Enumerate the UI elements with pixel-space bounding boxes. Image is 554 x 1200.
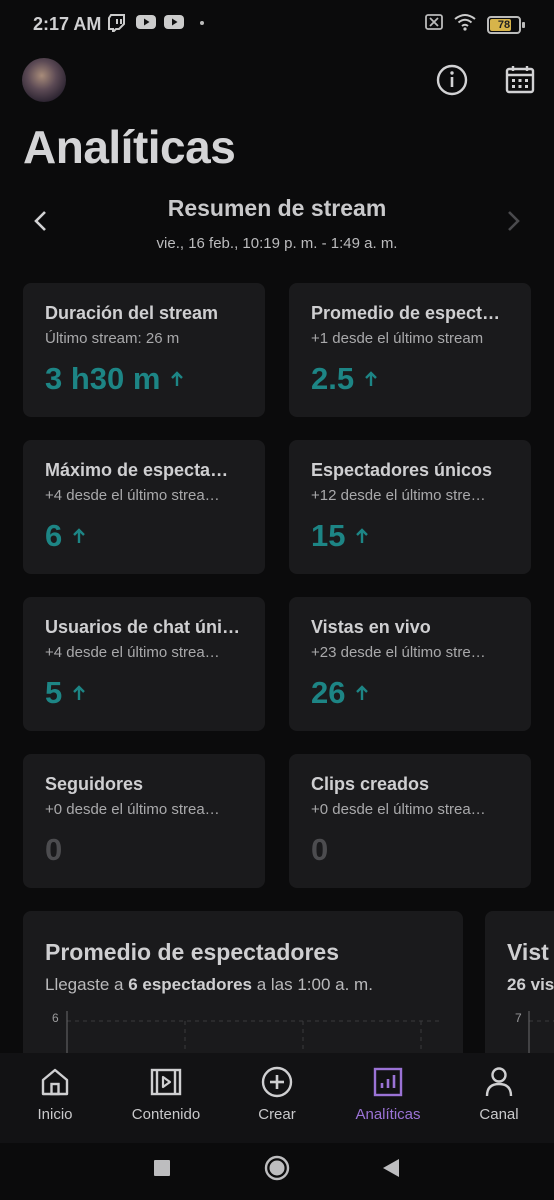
stat-card-value-row: 0 <box>311 832 509 868</box>
nav-item-inicio[interactable]: Inicio <box>0 1053 110 1143</box>
stat-card-value-row: 6 <box>45 518 243 554</box>
stat-card-title: Clips creados <box>311 774 430 794</box>
stat-card-unique-viewers[interactable]: Espectadores únicos +12 desde el último s… <box>289 440 531 574</box>
summary-title: Resumen de stream <box>167 195 387 221</box>
stat-value: 0 <box>311 832 329 867</box>
chart-card-live-views[interactable]: Vist 26 vis 7 <box>485 911 554 1061</box>
youtube-icon <box>136 14 156 32</box>
content-icon <box>150 1065 182 1099</box>
arrow-up-icon <box>72 528 86 544</box>
person-icon <box>483 1065 515 1099</box>
stat-card-value-row: 26 <box>311 675 509 711</box>
calendar-icon <box>505 66 535 94</box>
stat-card-title: Usuarios de chat úni… <box>45 617 241 637</box>
chart-subtitle: 26 vis <box>507 975 554 994</box>
stat-card-title: Seguidores <box>45 774 144 794</box>
stat-value: 2.5 <box>311 361 355 396</box>
nav-item-crear[interactable]: Crear <box>222 1053 332 1143</box>
battery-indicator: 78 <box>487 15 525 34</box>
square-icon <box>154 1160 170 1176</box>
info-button[interactable] <box>434 62 470 98</box>
system-navigation-bar <box>0 1143 554 1200</box>
stat-card-max-viewers[interactable]: Máximo de especta… +4 desde el último str… <box>23 440 265 574</box>
chart-card-average-viewers[interactable]: Promedio de espectadores Llegaste a 6 es… <box>23 911 463 1061</box>
stat-value: 3 h30 m <box>45 361 161 396</box>
stat-value: 26 <box>311 675 346 710</box>
stat-value: 0 <box>45 832 63 867</box>
stat-card-clips-created[interactable]: Clips creados +0 desde el último strea… 0 <box>289 754 531 888</box>
arrow-up-icon <box>72 685 86 701</box>
nav-label: Canal <box>479 1106 519 1123</box>
youtube-icon <box>164 14 184 32</box>
home-button[interactable] <box>264 1155 290 1181</box>
stat-card-subtitle: +4 desde el último strea… <box>45 644 220 661</box>
stat-value: 15 <box>311 518 346 553</box>
stat-card-value-row: 2.5 <box>311 361 509 397</box>
chart-title: Promedio de espectadores <box>45 939 339 965</box>
circle-icon <box>264 1155 290 1181</box>
analytics-icon <box>372 1065 404 1099</box>
home-icon <box>39 1065 71 1099</box>
stat-card-subtitle: +0 desde el último strea… <box>311 801 486 818</box>
nav-label: Inicio <box>37 1106 73 1123</box>
stat-card-subtitle: +0 desde el último strea… <box>45 801 220 818</box>
no-sim-icon <box>425 14 443 35</box>
nav-item-contenido[interactable]: Contenido <box>111 1053 221 1143</box>
stat-card-value-row: 15 <box>311 518 509 554</box>
status-time: 2:17 AM <box>33 14 102 34</box>
arrow-up-icon <box>364 371 378 387</box>
battery-level: 78 <box>497 18 511 31</box>
stat-value: 6 <box>45 518 63 553</box>
stat-card-subtitle: +12 desde el último stre… <box>311 487 486 504</box>
notification-icons <box>108 14 204 35</box>
page-title: Analíticas <box>23 121 236 173</box>
nav-label: Contenido <box>131 1106 201 1123</box>
summary-date-range: vie., 16 feb., 10:19 p. m. - 1:49 a. m. <box>156 235 398 252</box>
stat-card-value-row: 0 <box>45 832 243 868</box>
stat-value: 5 <box>45 675 63 710</box>
stat-card-live-views[interactable]: Vistas en vivo +23 desde el último stre… 2… <box>289 597 531 731</box>
stat-card-unique-chatters[interactable]: Usuarios de chat úni… +4 desde el último … <box>23 597 265 731</box>
more-notifications-dot <box>200 21 204 25</box>
back-button[interactable] <box>378 1155 404 1181</box>
system-status-icons: 78 <box>425 13 525 36</box>
stat-card-value-row: 5 <box>45 675 243 711</box>
stat-card-title: Promedio de espect… <box>311 303 501 323</box>
stat-card-stream-duration[interactable]: Duración del stream Último stream: 26 m 3 … <box>23 283 265 417</box>
wifi-icon <box>453 13 477 36</box>
triangle-back-icon <box>383 1159 399 1177</box>
stat-card-followers[interactable]: Seguidores +0 desde el último strea… 0 <box>23 754 265 888</box>
stat-card-subtitle: +4 desde el último strea… <box>45 487 220 504</box>
stat-card-title: Espectadores únicos <box>311 460 493 480</box>
arrow-up-icon <box>355 685 369 701</box>
info-icon <box>436 64 468 96</box>
stat-card-subtitle: Último stream: 26 m <box>45 330 180 347</box>
arrow-up-icon <box>170 371 184 387</box>
bottom-navigation: Inicio Contenido Crear Analíticas Canal <box>0 1053 554 1143</box>
stat-card-value-row: 3 h30 m <box>45 361 243 397</box>
stat-card-title: Vistas en vivo <box>311 617 431 637</box>
stat-card-title: Duración del stream <box>45 303 219 323</box>
nav-label: Crear <box>258 1106 296 1123</box>
nav-item-canal[interactable]: Canal <box>444 1053 554 1143</box>
stat-card-subtitle: +23 desde el último stre… <box>311 644 486 661</box>
stat-card-average-viewers[interactable]: Promedio de espect… +1 desde el último st… <box>289 283 531 417</box>
chart-subtitle: Llegaste a 6 espectadores a las 1:00 a. … <box>45 975 373 994</box>
recents-button[interactable] <box>149 1155 175 1181</box>
twitch-icon <box>108 14 128 35</box>
avatar[interactable] <box>22 58 66 102</box>
stat-card-title: Máximo de especta… <box>45 460 229 480</box>
calendar-button[interactable] <box>502 62 538 98</box>
arrow-up-icon <box>355 528 369 544</box>
status-bar: 2:17 AM 78 <box>0 0 554 50</box>
chart-title: Vist <box>507 939 549 965</box>
nav-label: Analíticas <box>355 1106 421 1123</box>
nav-item-analiticas[interactable]: Analíticas <box>333 1053 443 1143</box>
plus-circle-icon <box>261 1065 293 1099</box>
stat-card-subtitle: +1 desde el último stream <box>311 330 484 347</box>
